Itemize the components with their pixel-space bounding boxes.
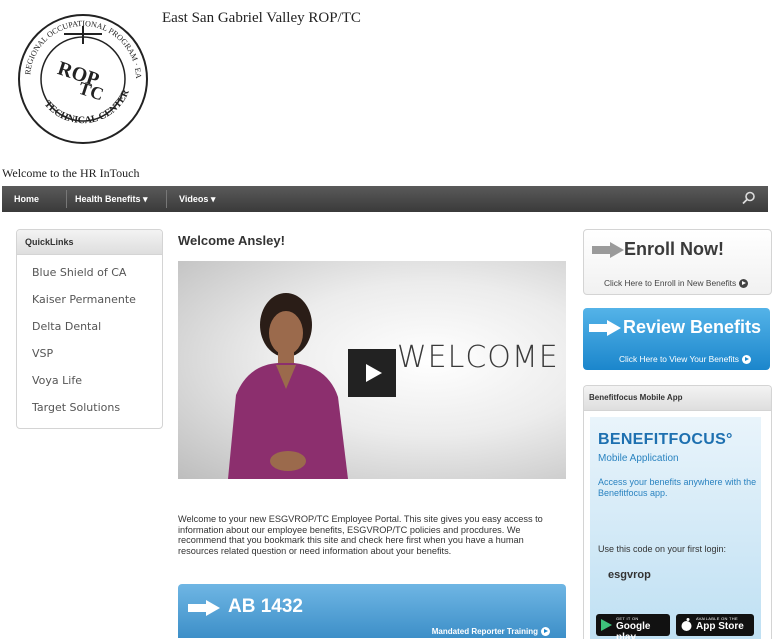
benefitfocus-title: Benefitfocus Mobile App [584,386,771,411]
quicklink-kaiser[interactable]: Kaiser Permanente [17,286,162,313]
enroll-title: Enroll Now! [624,239,724,259]
presenter-image [228,293,348,479]
nav-health-benefits[interactable]: Health Benefits ▾ [75,186,148,212]
arrow-right-icon [592,242,624,258]
apple-icon [681,618,692,631]
nav-divider [66,190,67,208]
video-caption: WELCOME [397,340,559,375]
review-subtitle: Click Here to View Your Benefits [619,354,751,365]
welcome-video[interactable]: WELCOME [178,261,566,479]
search-icon[interactable] [742,191,756,205]
circle-arrow-icon [541,627,550,636]
benefitfocus-app-label: Mobile Application [598,453,679,464]
google-play-button[interactable]: GET IT ON Google play [596,614,670,643]
intro-text: Welcome to your new ESGVROP/TC Employee … [178,514,543,556]
org-logo: REGIONAL OCCUPATIONAL PROGRAM · EAST SAN… [11,3,152,148]
login-code: esgvrop [608,569,651,581]
google-play-icon [601,619,612,631]
quicklink-voya-life[interactable]: Voya Life [17,367,162,394]
benefitfocus-panel: Benefitfocus Mobile App BENEFITFOCUS° Mo… [583,385,772,643]
nav-videos[interactable]: Videos ▾ [179,186,215,212]
ab1432-title: AB 1432 [228,596,303,617]
circle-arrow-icon [739,279,749,289]
review-title: Review Benefits [623,317,762,337]
org-name: East San Gabriel Valley ROP/TC [162,10,361,26]
quicklink-blue-shield[interactable]: Blue Shield of CA [17,259,162,286]
arrow-right-icon [188,600,220,616]
play-button[interactable] [348,349,396,397]
app-store-label: App Store [696,621,744,632]
ab1432-banner[interactable]: AB 1432 Mandated Reporter Training [178,584,566,638]
benefitfocus-promo: BENEFITFOCUS° Mobile Application Access … [590,417,761,643]
nav-divider [166,190,167,208]
enroll-subtitle: Click Here to Enroll in New Benefits [604,278,749,289]
ab1432-subtitle: Mandated Reporter Training [432,627,550,636]
arrow-right-icon [589,320,621,336]
app-store-button[interactable]: AVAILABLE ON THE App Store [676,614,754,636]
quicklinks-title: QuickLinks [17,230,162,255]
page-title: Welcome Ansley! [178,233,285,248]
nav-home[interactable]: Home [14,186,39,212]
quicklinks-panel: QuickLinks Blue Shield of CA Kaiser Perm… [16,229,163,429]
benefitfocus-logo: BENEFITFOCUS° [598,431,733,448]
quicklink-target-solutions[interactable]: Target Solutions [17,394,162,421]
benefitfocus-description: Access your benefits anywhere with the B… [598,477,757,498]
welcome-heading: Welcome to the HR InTouch [2,166,140,180]
circle-arrow-icon [741,355,751,365]
quicklink-vsp[interactable]: VSP [17,340,162,367]
login-code-label: Use this code on your first login: [598,544,727,554]
main-nav: Home Health Benefits ▾ Videos ▾ [2,186,768,212]
review-benefits-button[interactable]: Review Benefits Click Here to View Your … [583,308,770,370]
review-subtitle-label: Click Here to View Your Benefits [619,354,739,364]
quicklink-delta-dental[interactable]: Delta Dental [17,313,162,340]
svg-text:TC: TC [76,78,106,105]
enroll-subtitle-label: Click Here to Enroll in New Benefits [604,278,737,288]
google-play-label: Google play [616,621,651,643]
enroll-now-button[interactable]: Enroll Now! Click Here to Enroll in New … [583,229,772,295]
ab1432-subtitle-label: Mandated Reporter Training [431,626,538,636]
